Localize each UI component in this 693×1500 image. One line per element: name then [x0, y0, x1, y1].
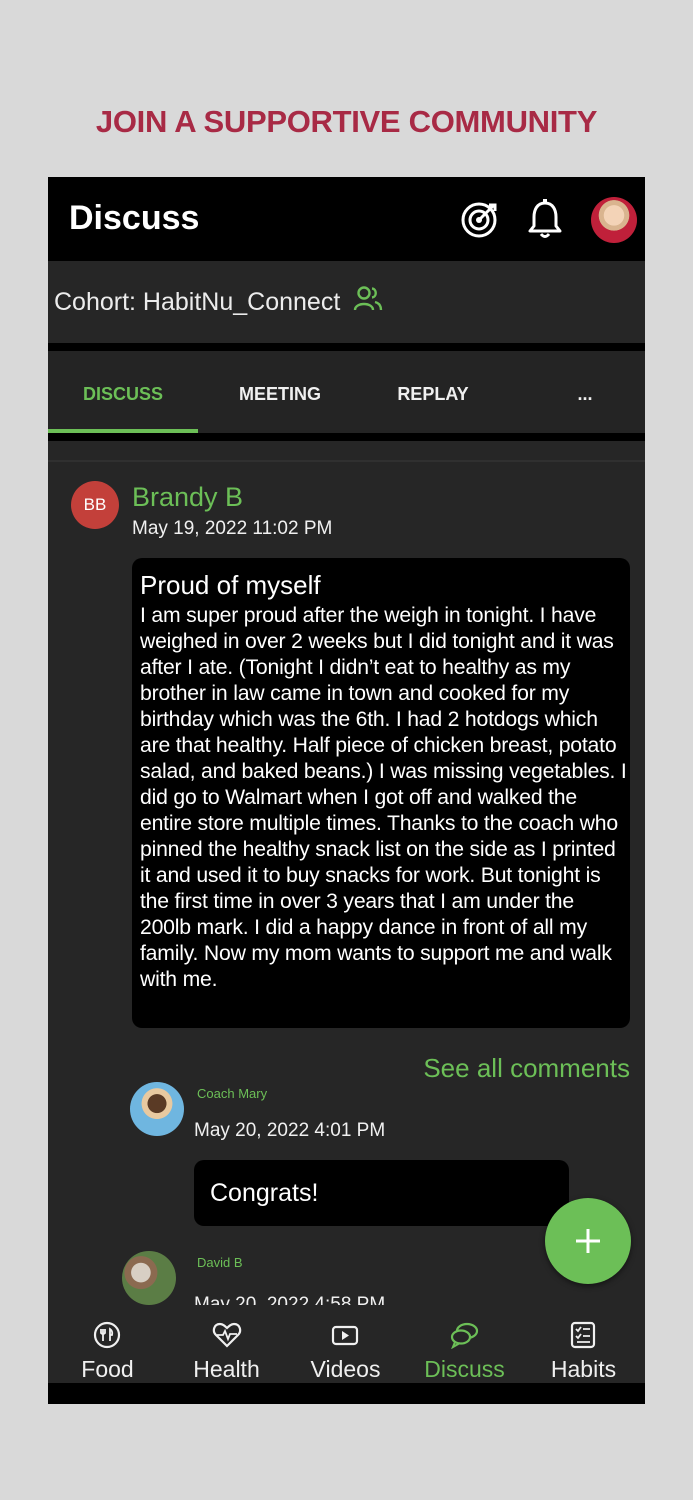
- post-title: Proud of myself: [140, 570, 321, 600]
- nav-discuss[interactable]: Discuss: [405, 1305, 524, 1383]
- health-icon: [212, 1321, 242, 1354]
- post-card[interactable]: Proud of myself I am super proud after t…: [132, 558, 630, 1028]
- tab-more[interactable]: ...: [560, 351, 610, 433]
- comment-bubble: Congrats!: [194, 1160, 569, 1226]
- author-avatar[interactable]: BB: [71, 481, 119, 529]
- nav-food[interactable]: Food: [48, 1305, 167, 1383]
- post-timestamp: May 19, 2022 11:02 PM: [132, 518, 333, 539]
- post-author[interactable]: Brandy B: [132, 482, 243, 513]
- comment-timestamp: May 20, 2022 4:01 PM: [194, 1120, 386, 1141]
- tab-meeting[interactable]: MEETING: [205, 351, 355, 433]
- avatar[interactable]: [122, 1251, 176, 1305]
- video-icon: [331, 1321, 359, 1354]
- habits-icon: [569, 1321, 597, 1354]
- tab-discuss[interactable]: DISCUSS: [48, 351, 198, 433]
- nav-label: Discuss: [424, 1356, 505, 1382]
- post-body: I am super proud after the weigh in toni…: [140, 604, 627, 991]
- divider: [48, 460, 645, 462]
- app-screen: Discuss Cohort: HabitNu_Connect DISCUSS …: [48, 177, 645, 1404]
- target-icon[interactable]: [459, 199, 501, 246]
- cohort-label: Cohort: HabitNu_Connect: [54, 288, 341, 316]
- comment-timestamp: May 20, 2022 4:58 PM: [194, 1294, 386, 1305]
- discussion-feed[interactable]: BB Brandy B May 19, 2022 11:02 PM Proud …: [48, 441, 645, 1305]
- nav-label: Health: [193, 1356, 260, 1382]
- add-post-button[interactable]: [545, 1198, 631, 1284]
- food-icon: [93, 1321, 121, 1354]
- comment-author[interactable]: Coach Mary: [197, 1086, 267, 1101]
- profile-avatar[interactable]: [591, 197, 637, 243]
- group-icon[interactable]: [353, 285, 383, 318]
- nav-habits[interactable]: Habits: [524, 1305, 643, 1383]
- page-title: Discuss: [69, 199, 200, 237]
- nav-health[interactable]: Health: [167, 1305, 286, 1383]
- comment-text: Congrats!: [210, 1179, 319, 1207]
- system-navigation-bar: [48, 1383, 645, 1404]
- nav-videos[interactable]: Videos: [286, 1305, 405, 1383]
- comment-author[interactable]: David B: [197, 1255, 243, 1270]
- discuss-icon: [450, 1321, 480, 1354]
- bottom-navigation: Food Health Videos Discuss Habits: [48, 1305, 645, 1383]
- top-app-bar: Discuss: [48, 177, 645, 261]
- tab-bar: DISCUSS MEETING REPLAY ...: [48, 351, 645, 433]
- nav-label: Videos: [310, 1356, 381, 1382]
- tab-replay[interactable]: REPLAY: [358, 351, 508, 433]
- avatar[interactable]: [130, 1082, 184, 1136]
- see-all-comments-link[interactable]: See all comments: [423, 1053, 630, 1084]
- nav-label: Habits: [550, 1356, 617, 1382]
- cohort-bar: Cohort: HabitNu_Connect: [48, 261, 645, 343]
- nav-label: Food: [81, 1356, 134, 1382]
- promo-headline: JOIN A SUPPORTIVE COMMUNITY: [95, 104, 598, 139]
- active-tab-indicator: [48, 429, 198, 433]
- plus-icon: [576, 1229, 600, 1253]
- bell-icon[interactable]: [527, 199, 563, 246]
